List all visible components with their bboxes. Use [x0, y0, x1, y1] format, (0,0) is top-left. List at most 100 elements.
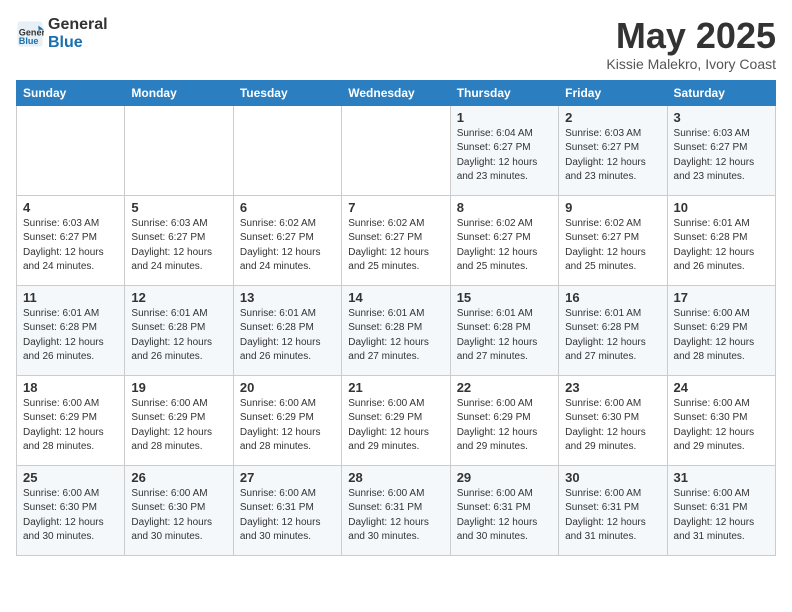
calendar-cell: 3Sunrise: 6:03 AM Sunset: 6:27 PM Daylig… — [667, 105, 775, 195]
calendar-cell: 2Sunrise: 6:03 AM Sunset: 6:27 PM Daylig… — [559, 105, 667, 195]
day-number: 1 — [457, 110, 552, 125]
calendar-cell: 16 Sunrise: 6:01 AM Sunset: 6:28 PM Dayli… — [559, 285, 667, 375]
calendar-cell: 17 Sunrise: 6:00 AM Sunset: 6:29 PM Dayli… — [667, 285, 775, 375]
calendar-cell: 27 Sunrise: 6:00 AM Sunset: 6:31 PM Dayli… — [233, 465, 341, 555]
day-of-week-header: Sunday — [17, 80, 125, 105]
header-row: SundayMondayTuesdayWednesdayThursdayFrid… — [17, 80, 776, 105]
day-number: 22 — [457, 380, 552, 395]
day-info: Sunrise: 6:00 AM Sunset: 6:31 PM Dayligh… — [674, 487, 769, 545]
day-info: Sunrise: 6:00 AM Sunset: 6:31 PM Dayligh… — [457, 487, 552, 545]
calendar-cell: 31 Sunrise: 6:00 AM Sunset: 6:31 PM Dayli… — [667, 465, 775, 555]
calendar-week-row: 1 Sunrise: 6:04 AM Sunset: 6:27 PM Daylig… — [17, 105, 776, 195]
calendar-body: 1 Sunrise: 6:04 AM Sunset: 6:27 PM Daylig… — [17, 105, 776, 555]
calendar-week-row: 18 Sunrise: 6:00 AM Sunset: 6:29 PM Dayli… — [17, 375, 776, 465]
calendar-cell — [233, 105, 341, 195]
day-info: Sunrise: 6:02 AM Sunset: 6:27 PM Dayligh… — [565, 217, 660, 275]
calendar-cell — [17, 105, 125, 195]
day-info: Sunrise: 6:01 AM Sunset: 6:28 PM Dayligh… — [674, 217, 769, 275]
day-number: 15 — [457, 290, 552, 305]
day-number: 25 — [23, 470, 118, 485]
calendar-cell: 23 Sunrise: 6:00 AM Sunset: 6:30 PM Dayli… — [559, 375, 667, 465]
logo-icon: General Blue — [16, 20, 44, 48]
calendar-cell: 13 Sunrise: 6:01 AM Sunset: 6:28 PM Dayli… — [233, 285, 341, 375]
calendar-cell: 4Sunrise: 6:03 AM Sunset: 6:27 PM Daylig… — [17, 195, 125, 285]
day-info: Sunrise: 6:02 AM Sunset: 6:27 PM Dayligh… — [348, 217, 443, 275]
day-info: Sunrise: 6:00 AM Sunset: 6:30 PM Dayligh… — [23, 487, 118, 545]
day-number: 21 — [348, 380, 443, 395]
day-number: 10 — [674, 200, 769, 215]
day-info: Sunrise: 6:01 AM Sunset: 6:28 PM Dayligh… — [131, 307, 226, 365]
day-number: 23 — [565, 380, 660, 395]
day-of-week-header: Thursday — [450, 80, 558, 105]
calendar-cell: 7 Sunrise: 6:02 AM Sunset: 6:27 PM Daylig… — [342, 195, 450, 285]
calendar-cell: 6 Sunrise: 6:02 AM Sunset: 6:27 PM Daylig… — [233, 195, 341, 285]
day-number: 6 — [240, 200, 335, 215]
page-header: General Blue General Blue May 2025 Kissi… — [16, 16, 776, 72]
calendar-week-row: 11 Sunrise: 6:01 AM Sunset: 6:28 PM Dayli… — [17, 285, 776, 375]
calendar-cell — [342, 105, 450, 195]
day-info: Sunrise: 6:02 AM Sunset: 6:27 PM Dayligh… — [240, 217, 335, 275]
day-number: 11 — [23, 290, 118, 305]
day-of-week-header: Saturday — [667, 80, 775, 105]
title-block: May 2025 Kissie Malekro, Ivory Coast — [606, 16, 776, 72]
day-info: Sunrise: 6:03 AM Sunset: 6:27 PM Dayligh… — [131, 217, 226, 275]
calendar-cell: 24 Sunrise: 6:00 AM Sunset: 6:30 PM Dayli… — [667, 375, 775, 465]
day-number: 13 — [240, 290, 335, 305]
month-title: May 2025 — [606, 16, 776, 56]
calendar-week-row: 25 Sunrise: 6:00 AM Sunset: 6:30 PM Dayli… — [17, 465, 776, 555]
day-info: Sunrise: 6:03 AM Sunset: 6:27 PM Dayligh… — [565, 127, 660, 185]
day-info: Sunrise: 6:00 AM Sunset: 6:29 PM Dayligh… — [23, 397, 118, 455]
calendar-header: SundayMondayTuesdayWednesdayThursdayFrid… — [17, 80, 776, 105]
day-number: 24 — [674, 380, 769, 395]
calendar-cell: 21 Sunrise: 6:00 AM Sunset: 6:29 PM Dayli… — [342, 375, 450, 465]
day-info: Sunrise: 6:00 AM Sunset: 6:30 PM Dayligh… — [131, 487, 226, 545]
calendar-cell: 22Sunrise: 6:00 AM Sunset: 6:29 PM Dayli… — [450, 375, 558, 465]
day-of-week-header: Friday — [559, 80, 667, 105]
day-number: 16 — [565, 290, 660, 305]
day-info: Sunrise: 6:00 AM Sunset: 6:30 PM Dayligh… — [674, 397, 769, 455]
day-info: Sunrise: 6:01 AM Sunset: 6:28 PM Dayligh… — [565, 307, 660, 365]
day-info: Sunrise: 6:02 AM Sunset: 6:27 PM Dayligh… — [457, 217, 552, 275]
day-info: Sunrise: 6:00 AM Sunset: 6:29 PM Dayligh… — [131, 397, 226, 455]
day-info: Sunrise: 6:00 AM Sunset: 6:29 PM Dayligh… — [674, 307, 769, 365]
calendar-cell: 18 Sunrise: 6:00 AM Sunset: 6:29 PM Dayli… — [17, 375, 125, 465]
day-info: Sunrise: 6:01 AM Sunset: 6:28 PM Dayligh… — [348, 307, 443, 365]
day-info: Sunrise: 6:01 AM Sunset: 6:28 PM Dayligh… — [240, 307, 335, 365]
day-number: 12 — [131, 290, 226, 305]
day-number: 8 — [457, 200, 552, 215]
logo-text-general: General — [48, 16, 108, 34]
location: Kissie Malekro, Ivory Coast — [606, 56, 776, 72]
day-number: 29 — [457, 470, 552, 485]
day-number: 3 — [674, 110, 769, 125]
day-info: Sunrise: 6:00 AM Sunset: 6:31 PM Dayligh… — [240, 487, 335, 545]
calendar-cell: 1 Sunrise: 6:04 AM Sunset: 6:27 PM Daylig… — [450, 105, 558, 195]
day-number: 27 — [240, 470, 335, 485]
day-number: 18 — [23, 380, 118, 395]
calendar-cell: 19 Sunrise: 6:00 AM Sunset: 6:29 PM Dayli… — [125, 375, 233, 465]
day-info: Sunrise: 6:00 AM Sunset: 6:29 PM Dayligh… — [348, 397, 443, 455]
calendar-cell: 9 Sunrise: 6:02 AM Sunset: 6:27 PM Daylig… — [559, 195, 667, 285]
day-info: Sunrise: 6:00 AM Sunset: 6:30 PM Dayligh… — [565, 397, 660, 455]
calendar-cell: 11Sunrise: 6:01 AM Sunset: 6:28 PM Dayli… — [17, 285, 125, 375]
day-number: 28 — [348, 470, 443, 485]
calendar-cell: 25 Sunrise: 6:00 AM Sunset: 6:30 PM Dayli… — [17, 465, 125, 555]
calendar-cell — [125, 105, 233, 195]
logo-text-blue: Blue — [48, 34, 108, 52]
day-info: Sunrise: 6:04 AM Sunset: 6:27 PM Dayligh… — [457, 127, 552, 185]
day-of-week-header: Wednesday — [342, 80, 450, 105]
calendar-cell: 8 Sunrise: 6:02 AM Sunset: 6:27 PM Daylig… — [450, 195, 558, 285]
day-info: Sunrise: 6:03 AM Sunset: 6:27 PM Dayligh… — [23, 217, 118, 275]
day-info: Sunrise: 6:00 AM Sunset: 6:31 PM Dayligh… — [348, 487, 443, 545]
day-number: 14 — [348, 290, 443, 305]
day-number: 7 — [348, 200, 443, 215]
day-number: 19 — [131, 380, 226, 395]
day-number: 9 — [565, 200, 660, 215]
calendar-cell: 20Sunrise: 6:00 AM Sunset: 6:29 PM Dayli… — [233, 375, 341, 465]
calendar-cell: 12 Sunrise: 6:01 AM Sunset: 6:28 PM Dayli… — [125, 285, 233, 375]
day-number: 31 — [674, 470, 769, 485]
calendar-cell: 28 Sunrise: 6:00 AM Sunset: 6:31 PM Dayli… — [342, 465, 450, 555]
day-info: Sunrise: 6:01 AM Sunset: 6:28 PM Dayligh… — [457, 307, 552, 365]
day-number: 20 — [240, 380, 335, 395]
day-of-week-header: Tuesday — [233, 80, 341, 105]
day-number: 17 — [674, 290, 769, 305]
